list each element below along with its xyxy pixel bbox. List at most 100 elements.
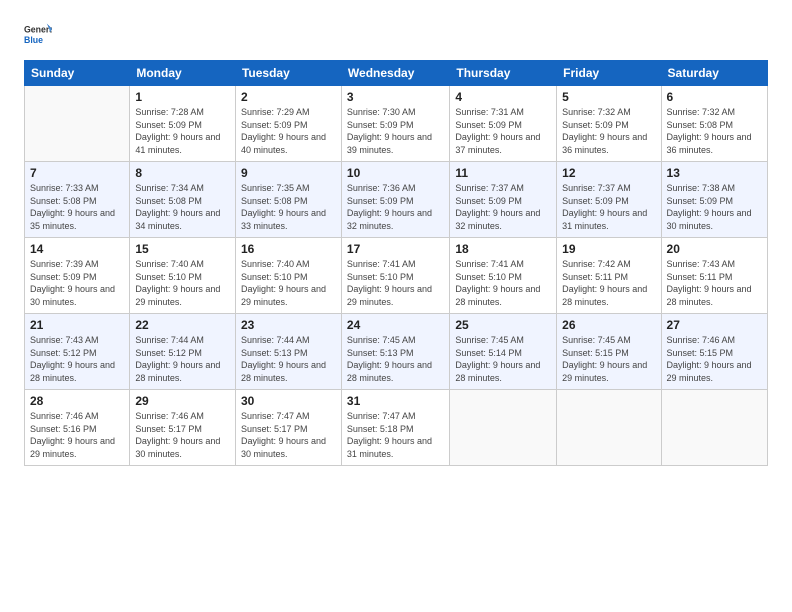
weekday-header: Saturday [661,61,767,86]
calendar-cell: 29 Sunrise: 7:46 AMSunset: 5:17 PMDayligh… [130,390,236,466]
day-info: Sunrise: 7:43 AMSunset: 5:12 PMDaylight:… [30,334,124,384]
day-number: 4 [455,90,551,104]
day-info: Sunrise: 7:47 AMSunset: 5:17 PMDaylight:… [241,410,336,460]
day-info: Sunrise: 7:33 AMSunset: 5:08 PMDaylight:… [30,182,124,232]
day-number: 1 [135,90,230,104]
day-number: 12 [562,166,655,180]
day-info: Sunrise: 7:37 AMSunset: 5:09 PMDaylight:… [562,182,655,232]
calendar-cell: 9Sunrise: 7:35 AMSunset: 5:08 PMDaylight… [235,162,341,238]
calendar-cell: 30 Sunrise: 7:47 AMSunset: 5:17 PMDayligh… [235,390,341,466]
header: General Blue [24,20,768,48]
calendar-cell [25,86,130,162]
day-info: Sunrise: 7:46 AMSunset: 5:16 PMDaylight:… [30,410,124,460]
calendar-cell: 4 Sunrise: 7:31 AMSunset: 5:09 PMDaylight… [450,86,557,162]
calendar-cell: 15 Sunrise: 7:40 AMSunset: 5:10 PMDayligh… [130,238,236,314]
calendar-cell [450,390,557,466]
calendar-cell: 10 Sunrise: 7:36 AMSunset: 5:09 PMDayligh… [341,162,449,238]
calendar-cell: 19 Sunrise: 7:42 AMSunset: 5:11 PMDayligh… [557,238,661,314]
day-info: Sunrise: 7:29 AMSunset: 5:09 PMDaylight:… [241,106,336,156]
day-info: Sunrise: 7:44 AMSunset: 5:13 PMDaylight:… [241,334,336,384]
calendar-cell: 23 Sunrise: 7:44 AMSunset: 5:13 PMDayligh… [235,314,341,390]
day-number: 13 [667,166,762,180]
svg-text:General: General [24,24,52,34]
day-number: 22 [135,318,230,332]
calendar-cell: 21 Sunrise: 7:43 AMSunset: 5:12 PMDayligh… [25,314,130,390]
calendar-cell: 12 Sunrise: 7:37 AMSunset: 5:09 PMDayligh… [557,162,661,238]
day-info: Sunrise: 7:35 AMSunset: 5:08 PMDaylight:… [241,182,336,232]
weekday-header: Tuesday [235,61,341,86]
day-info: Sunrise: 7:34 AMSunset: 5:08 PMDaylight:… [135,182,230,232]
calendar-cell: 28 Sunrise: 7:46 AMSunset: 5:16 PMDayligh… [25,390,130,466]
day-number: 11 [455,166,551,180]
calendar-cell: 16Sunrise: 7:40 AMSunset: 5:10 PMDayligh… [235,238,341,314]
day-info: Sunrise: 7:47 AMSunset: 5:18 PMDaylight:… [347,410,444,460]
day-info: Sunrise: 7:30 AMSunset: 5:09 PMDaylight:… [347,106,444,156]
day-number: 2 [241,90,336,104]
weekday-header: Friday [557,61,661,86]
calendar-cell: 18 Sunrise: 7:41 AMSunset: 5:10 PMDayligh… [450,238,557,314]
day-number: 16 [241,242,336,256]
day-info: Sunrise: 7:39 AMSunset: 5:09 PMDaylight:… [30,258,124,308]
calendar-cell: 24Sunrise: 7:45 AMSunset: 5:13 PMDayligh… [341,314,449,390]
day-info: Sunrise: 7:45 AMSunset: 5:15 PMDaylight:… [562,334,655,384]
day-info: Sunrise: 7:46 AMSunset: 5:17 PMDaylight:… [135,410,230,460]
day-number: 5 [562,90,655,104]
day-info: Sunrise: 7:38 AMSunset: 5:09 PMDaylight:… [667,182,762,232]
day-number: 8 [135,166,230,180]
logo: General Blue [24,20,56,48]
calendar-cell: 2 Sunrise: 7:29 AMSunset: 5:09 PMDaylight… [235,86,341,162]
day-number: 19 [562,242,655,256]
calendar-cell: 1 Sunrise: 7:28 AMSunset: 5:09 PMDaylight… [130,86,236,162]
calendar-cell [661,390,767,466]
day-number: 25 [455,318,551,332]
day-info: Sunrise: 7:44 AMSunset: 5:12 PMDaylight:… [135,334,230,384]
day-info: Sunrise: 7:28 AMSunset: 5:09 PMDaylight:… [135,106,230,156]
day-info: Sunrise: 7:46 AMSunset: 5:15 PMDaylight:… [667,334,762,384]
calendar-cell: 20 Sunrise: 7:43 AMSunset: 5:11 PMDayligh… [661,238,767,314]
day-number: 27 [667,318,762,332]
calendar-cell: 7 Sunrise: 7:33 AMSunset: 5:08 PMDaylight… [25,162,130,238]
day-info: Sunrise: 7:43 AMSunset: 5:11 PMDaylight:… [667,258,762,308]
weekday-header: Sunday [25,61,130,86]
calendar-table: SundayMondayTuesdayWednesdayThursdayFrid… [24,60,768,466]
calendar-cell: 26 Sunrise: 7:45 AMSunset: 5:15 PMDayligh… [557,314,661,390]
day-number: 29 [135,394,230,408]
day-number: 7 [30,166,124,180]
day-info: Sunrise: 7:37 AMSunset: 5:09 PMDaylight:… [455,182,551,232]
day-number: 3 [347,90,444,104]
day-number: 6 [667,90,762,104]
day-number: 10 [347,166,444,180]
day-number: 15 [135,242,230,256]
day-info: Sunrise: 7:40 AMSunset: 5:10 PMDaylight:… [135,258,230,308]
day-number: 30 [241,394,336,408]
day-number: 28 [30,394,124,408]
day-info: Sunrise: 7:45 AMSunset: 5:13 PMDaylight:… [347,334,444,384]
calendar-cell: 25 Sunrise: 7:45 AMSunset: 5:14 PMDayligh… [450,314,557,390]
day-info: Sunrise: 7:41 AMSunset: 5:10 PMDaylight:… [347,258,444,308]
day-number: 26 [562,318,655,332]
logo-icon: General Blue [24,20,52,48]
weekday-header: Wednesday [341,61,449,86]
calendar-cell: 31 Sunrise: 7:47 AMSunset: 5:18 PMDayligh… [341,390,449,466]
day-info: Sunrise: 7:45 AMSunset: 5:14 PMDaylight:… [455,334,551,384]
calendar-cell: 5 Sunrise: 7:32 AMSunset: 5:09 PMDaylight… [557,86,661,162]
day-info: Sunrise: 7:32 AMSunset: 5:09 PMDaylight:… [562,106,655,156]
calendar-cell: 27 Sunrise: 7:46 AMSunset: 5:15 PMDayligh… [661,314,767,390]
day-info: Sunrise: 7:36 AMSunset: 5:09 PMDaylight:… [347,182,444,232]
calendar-cell: 11 Sunrise: 7:37 AMSunset: 5:09 PMDayligh… [450,162,557,238]
day-number: 20 [667,242,762,256]
day-number: 18 [455,242,551,256]
day-number: 31 [347,394,444,408]
day-info: Sunrise: 7:31 AMSunset: 5:09 PMDaylight:… [455,106,551,156]
day-number: 17 [347,242,444,256]
calendar-cell: 6 Sunrise: 7:32 AMSunset: 5:08 PMDaylight… [661,86,767,162]
day-info: Sunrise: 7:42 AMSunset: 5:11 PMDaylight:… [562,258,655,308]
day-number: 23 [241,318,336,332]
calendar-cell [557,390,661,466]
calendar-cell: 14Sunrise: 7:39 AMSunset: 5:09 PMDayligh… [25,238,130,314]
calendar-cell: 13 Sunrise: 7:38 AMSunset: 5:09 PMDayligh… [661,162,767,238]
day-info: Sunrise: 7:41 AMSunset: 5:10 PMDaylight:… [455,258,551,308]
day-number: 21 [30,318,124,332]
weekday-header: Thursday [450,61,557,86]
day-info: Sunrise: 7:32 AMSunset: 5:08 PMDaylight:… [667,106,762,156]
